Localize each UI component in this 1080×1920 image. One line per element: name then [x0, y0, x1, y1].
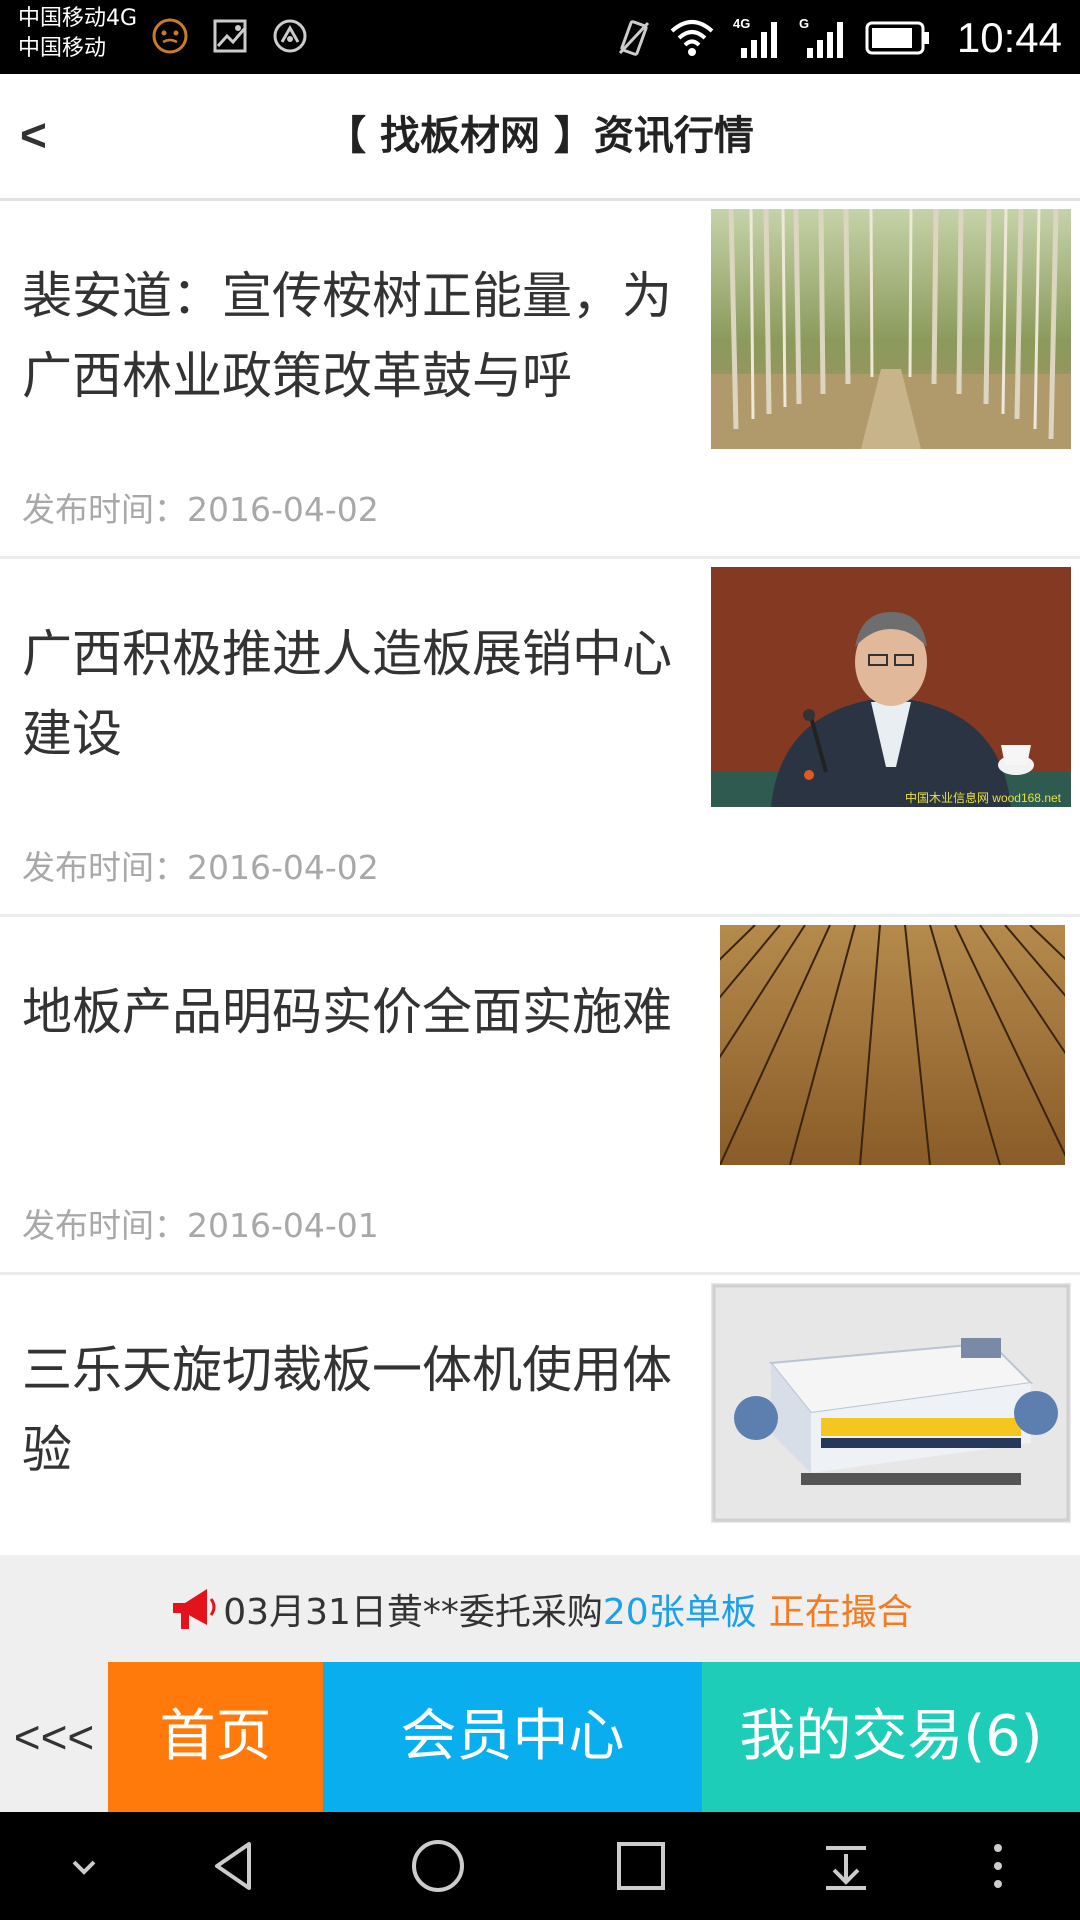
carrier-line-2: 中国移动 — [18, 36, 107, 61]
megaphone-icon — [173, 1588, 216, 1629]
signal-g-icon: G — [799, 16, 843, 58]
news-thumbnail[interactable] — [711, 1283, 1071, 1523]
image-icon — [213, 19, 247, 53]
news-date: 发布时间：2016-04-01 — [22, 1206, 379, 1245]
system-nav-bar — [0, 1812, 1080, 1920]
page-title: 【 找板材网 】资讯行情 — [326, 113, 754, 159]
collapse-icon[interactable] — [54, 1836, 114, 1896]
signal-4g-icon: 4G — [733, 16, 777, 58]
ticker-highlight: 20张单板 — [602, 1591, 757, 1633]
home-circle-icon[interactable] — [408, 1836, 468, 1896]
back-triangle-icon[interactable] — [205, 1836, 265, 1896]
news-item[interactable]: 三乐天旋切裁板一体机使用体验 — [0, 1275, 1080, 1578]
vibrate-icon — [618, 20, 649, 56]
battery-icon — [865, 21, 929, 55]
news-title[interactable]: 地板产品明码实价全面实施难 — [22, 972, 682, 1052]
ticker-status: 正在撮合 — [768, 1591, 913, 1633]
news-date: 发布时间：2016-04-02 — [22, 490, 379, 529]
title-bar: < 【 找板材网 】资讯行情 — [0, 74, 1080, 201]
news-title[interactable]: 三乐天旋切裁板一体机使用体验 — [22, 1330, 682, 1490]
nav-my-trades-button[interactable]: 我的交易(6) — [702, 1662, 1080, 1812]
clock: 10:44 — [956, 14, 1062, 61]
bottom-nav: <<< 首页 会员中心 我的交易(6) — [0, 1662, 1080, 1812]
nav-more-button[interactable]: <<< — [0, 1662, 108, 1812]
news-thumbnail[interactable]: 中国木业信息网 wood168.net — [711, 567, 1071, 807]
notification-pull-icon[interactable] — [816, 1836, 876, 1896]
face-icon — [152, 18, 188, 54]
nav-member-center-button[interactable]: 会员中心 — [323, 1662, 702, 1812]
news-thumbnail[interactable] — [720, 925, 1065, 1165]
trade-ticker[interactable]: 03月31日黄**委托采购 20张单板 正在撮合 — [0, 1555, 1080, 1662]
news-item[interactable]: 地板产品明码实价全面实施难 发布时间：2016-04-01 — [0, 917, 1080, 1275]
svg-text:4G: 4G — [733, 16, 750, 31]
news-item[interactable]: 广西积极推进人造板展销中心建设 发布时间：2016-04-02 中国木业信息网 … — [0, 559, 1080, 917]
wood-floor-image — [720, 925, 1065, 1165]
ticker-prefix: 03月31日黄**委托采购 — [223, 1591, 603, 1633]
eucalyptus-forest-image — [711, 209, 1071, 449]
wifi-icon — [670, 20, 714, 56]
app-icon — [273, 19, 307, 53]
news-date: 发布时间：2016-04-02 — [22, 848, 379, 887]
carrier-line-1: 中国移动4G — [18, 6, 138, 31]
news-title[interactable]: 裴安道：宣传桉树正能量，为广西林业政策改革鼓与呼 — [22, 256, 682, 416]
news-list: 裴安道：宣传桉树正能量，为广西林业政策改革鼓与呼 发布时间：2016-04-02 — [0, 201, 1080, 1578]
news-item[interactable]: 裴安道：宣传桉树正能量，为广西林业政策改革鼓与呼 发布时间：2016-04-02 — [0, 201, 1080, 559]
status-bar: 中国移动4G 中国移动 4G G 10:44 — [0, 0, 1080, 74]
veneer-machine-image — [711, 1283, 1071, 1523]
news-title[interactable]: 广西积极推进人造板展销中心建设 — [22, 614, 682, 774]
nav-home-button[interactable]: 首页 — [108, 1662, 323, 1812]
man-at-microphone-image: 中国木业信息网 wood168.net — [711, 567, 1071, 807]
news-thumbnail[interactable] — [711, 209, 1071, 449]
recents-square-icon[interactable] — [611, 1836, 671, 1896]
overflow-menu-icon[interactable] — [968, 1836, 1028, 1896]
svg-text:G: G — [799, 16, 809, 31]
image-watermark: 中国木业信息网 wood168.net — [905, 790, 1062, 805]
carrier-info: 中国移动4G 中国移动 — [18, 4, 137, 64]
